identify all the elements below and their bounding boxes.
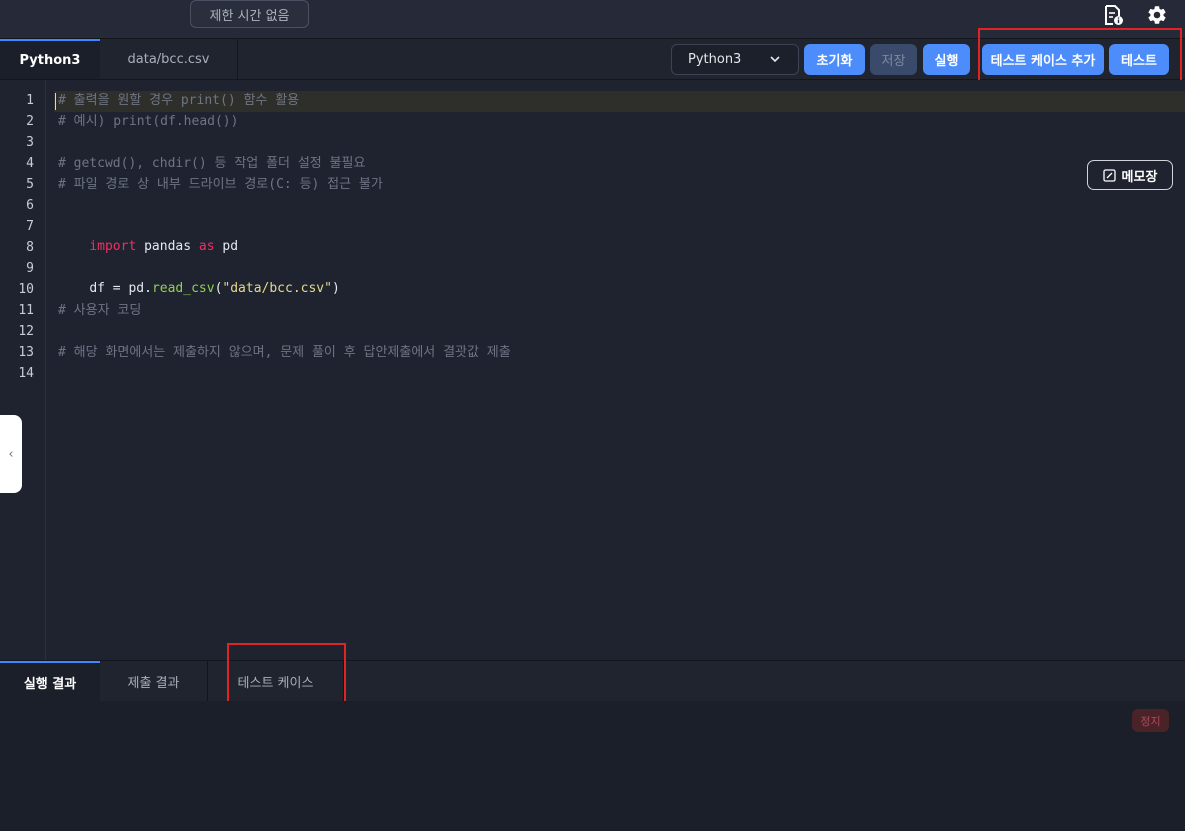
line-number: 13 [18,345,34,360]
function-call: read_csv [151,281,215,296]
chevron-down-icon [770,56,780,63]
line-number: 9 [26,261,34,276]
line-number: 12 [18,324,34,339]
gear-icon[interactable] [1146,4,1168,26]
line-number: 14 [18,366,34,381]
result-tab-row: 실행 결과 제출 결과 테스트 케이스 [0,660,1185,702]
chevron-left-icon: ‹ [8,446,14,462]
memo-button[interactable]: 메모장 [1087,160,1173,190]
line-number: 2 [26,114,34,129]
stop-button[interactable]: 정지 [1132,709,1169,732]
line-number: 8 [26,240,34,255]
time-limit-badge: 제한 시간 없음 [190,0,309,28]
line-number-gutter: 1 2 3 4 5 6 7 8 9 10 11 12 13 14 [0,80,46,660]
line-number: 6 [26,198,34,213]
tab-run-result[interactable]: 실행 결과 [0,661,100,701]
output-panel [0,701,1185,831]
module-alias: pd [222,239,239,254]
assignment-expr: df = pd. [89,281,152,296]
code-line-1: # 출력을 원할 경우 print() 함수 활용 [58,93,300,108]
tab-submit-result[interactable]: 제출 결과 [100,661,208,701]
memo-edit-icon [1102,168,1116,182]
language-select[interactable]: Python3 [671,44,799,75]
module-name: pandas [144,239,192,254]
language-select-value: Python3 [688,52,742,67]
code-line-11: # 사용자 코딩 [58,303,142,318]
code-editor[interactable]: 1 2 3 4 5 6 7 8 9 10 11 12 13 14 # 출력을 원… [0,80,1185,660]
memo-button-label: 메모장 [1121,169,1158,185]
line-number: 4 [26,156,34,171]
tab-python3[interactable]: Python3 [0,39,100,79]
save-button[interactable]: 저장 [870,44,917,75]
string-literal: "data/bcc.csv" [222,281,332,296]
line-number: 5 [26,177,34,192]
keyword-as: as [198,239,215,254]
sidebar-toggle-handle[interactable]: ‹ [0,415,22,493]
tab-data-file[interactable]: data/bcc.csv [100,39,238,79]
line-number: 3 [26,135,34,150]
line-number: 1 [26,93,34,108]
text-cursor [55,93,56,110]
line-number: 7 [26,219,34,234]
run-button[interactable]: 실행 [923,44,970,75]
code-line-4: # getcwd(), chdir() 등 작업 폴더 설정 불필요 [58,156,366,171]
code-line-13: # 해당 화면에서는 제출하지 않으며, 문제 풀이 후 답안제출에서 결괏값 … [58,345,511,360]
code-line-2: # 예시) print(df.head()) [58,114,239,129]
reset-button[interactable]: 초기화 [804,44,865,75]
code-line-5: # 파일 경로 상 내부 드라이브 경로(C: 등) 접근 불가 [58,177,383,192]
file-info-icon[interactable] [1102,4,1124,26]
close-paren: ) [331,281,340,296]
keyword-import: import [89,239,137,254]
line-number: 10 [18,282,34,297]
line-number: 11 [18,303,34,318]
